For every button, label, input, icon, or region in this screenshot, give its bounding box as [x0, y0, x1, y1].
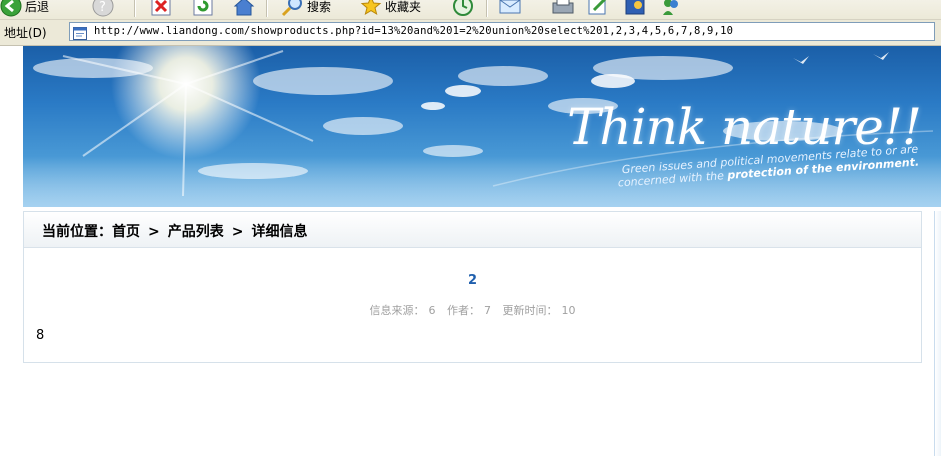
- toolbar-separator: [266, 0, 268, 17]
- discuss-button[interactable]: [624, 0, 646, 17]
- breadcrumb-separator: >: [148, 224, 160, 240]
- mail-button[interactable]: [498, 0, 522, 17]
- back-label: 后退: [25, 0, 50, 14]
- page-icon: [73, 25, 87, 40]
- print-button[interactable]: [550, 0, 576, 17]
- search-button[interactable]: 搜索: [280, 0, 331, 17]
- address-url: http://www.liandong.com/showproducts.php…: [94, 25, 734, 37]
- meta-author-label: 作者：: [447, 304, 480, 317]
- meta-source-label: 信息来源：: [369, 304, 425, 317]
- breadcrumb-bar: 当前位置：首页 > 产品列表 > 详细信息: [24, 212, 921, 248]
- address-bar: 地址(D) http://www.liandong.com/showproduc…: [0, 20, 941, 46]
- breadcrumb: 当前位置：首页 > 产品列表 > 详细信息: [42, 221, 307, 241]
- web-page: Think nature!! Green issues and politica…: [0, 46, 941, 456]
- home-button[interactable]: [232, 0, 256, 17]
- edit-icon: [586, 0, 610, 17]
- meta-author-value: 7: [484, 304, 491, 317]
- history-button[interactable]: [452, 0, 474, 17]
- stop-button[interactable]: [150, 0, 172, 17]
- browser-toolbar: 后退 ? 搜索 收藏夹: [0, 0, 941, 20]
- messenger-button[interactable]: [660, 0, 682, 17]
- meta-source-value: 6: [428, 304, 436, 317]
- article-body: 8: [36, 328, 45, 343]
- back-button[interactable]: 后退: [0, 0, 49, 17]
- breadcrumb-separator: >: [231, 224, 244, 240]
- home-icon: [232, 0, 256, 17]
- meta-source: 信息来源： 6: [368, 304, 438, 317]
- edit-button[interactable]: [586, 0, 610, 17]
- help-icon: ?: [92, 0, 114, 17]
- article-title: 2: [467, 273, 478, 288]
- refresh-icon: [192, 0, 214, 17]
- meta-author: 作者： 7: [445, 304, 493, 317]
- help-button[interactable]: ?: [92, 0, 114, 17]
- toolbar-separator: [486, 0, 488, 17]
- messenger-icon: [660, 0, 682, 17]
- breadcrumb-prefix: 当前位置：: [42, 224, 112, 240]
- favorites-icon: [360, 0, 382, 17]
- article-meta: 信息来源： 6 作者： 7 更新时间： 10: [24, 302, 921, 318]
- search-label: 搜索: [307, 0, 332, 14]
- address-label: 地址(D): [4, 26, 47, 40]
- print-icon: [550, 0, 576, 17]
- breadcrumb-product-list-link[interactable]: 产品列表: [168, 224, 224, 240]
- right-sidebar-edge: [934, 211, 941, 456]
- back-icon: [0, 0, 22, 17]
- history-icon: [452, 0, 474, 17]
- toolbar-separator: [134, 0, 136, 17]
- meta-updated-label: 更新时间：: [502, 304, 558, 317]
- refresh-button[interactable]: [192, 0, 214, 17]
- meta-updated: 更新时间： 10: [501, 304, 578, 317]
- header-banner: Think nature!! Green issues and politica…: [23, 46, 941, 207]
- stop-icon: [150, 0, 172, 17]
- meta-updated-value: 10: [561, 304, 576, 317]
- svg-text:?: ?: [99, 0, 106, 15]
- mail-icon: [498, 0, 522, 17]
- discuss-icon: [624, 0, 646, 17]
- breadcrumb-home-link[interactable]: 首页: [112, 224, 140, 240]
- favorites-label: 收藏夹: [385, 0, 422, 14]
- address-input[interactable]: http://www.liandong.com/showproducts.php…: [69, 22, 935, 41]
- search-icon: [280, 0, 304, 17]
- favorites-button[interactable]: 收藏夹: [360, 0, 421, 17]
- breadcrumb-current: 详细信息: [251, 224, 308, 240]
- detail-content-box: 当前位置：首页 > 产品列表 > 详细信息 2 信息来源： 6 作者： 7 更新时间： 10 …: [23, 211, 922, 363]
